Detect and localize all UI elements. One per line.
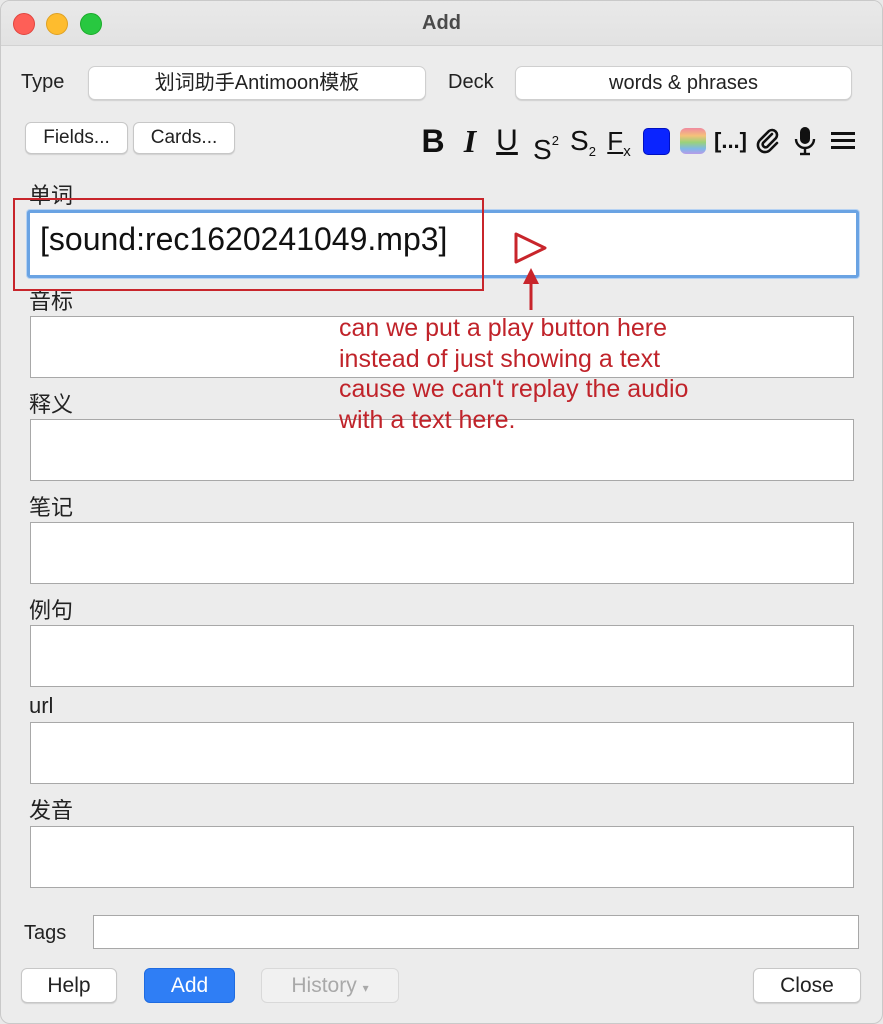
hamburger-icon [831, 132, 855, 149]
more-menu-button[interactable] [829, 123, 857, 159]
annotation-line: instead of just showing a text [339, 344, 661, 373]
type-label: Type [21, 71, 65, 93]
superscript-mark: 2 [551, 133, 559, 148]
annotation-line: can we put a play button here [339, 314, 668, 342]
chevron-down-icon: ▾ [362, 981, 369, 995]
cloze-button[interactable]: [...] [714, 123, 747, 159]
title-bar: Add [1, 1, 882, 46]
history-label: History [291, 974, 357, 997]
annotation-highlight-box [13, 198, 484, 291]
field-example-input[interactable] [30, 625, 854, 687]
cards-button[interactable]: Cards... [133, 122, 235, 154]
text-color-button[interactable] [643, 128, 670, 155]
subscript-button[interactable]: S2 [566, 123, 600, 159]
help-button[interactable]: Help [21, 968, 117, 1003]
window-title: Add [422, 12, 461, 34]
deck-selector[interactable]: words & phrases [515, 66, 852, 100]
highlight-color-button[interactable] [680, 128, 706, 154]
superscript-button[interactable]: S2 [529, 123, 563, 165]
clear-formatting-button[interactable]: Fx [603, 123, 635, 160]
add-window: Add Type 划词助手Antimoon模板 Deck words & phr… [0, 0, 883, 1024]
tags-input[interactable] [93, 915, 859, 949]
microphone-icon [794, 127, 816, 156]
annotation-line: cause we can't replay the audio [339, 375, 689, 403]
underline-button[interactable]: U [493, 123, 521, 159]
field-label-definition: 释义 [29, 392, 74, 417]
superscript-base: S [533, 134, 552, 165]
field-label-notes: 笔记 [29, 495, 74, 520]
history-button[interactable]: History ▾ [261, 968, 399, 1003]
subscript-mark: 2 [588, 144, 596, 159]
paperclip-icon [756, 128, 779, 154]
attach-button[interactable] [753, 123, 783, 159]
clear-format-base: F [607, 126, 624, 156]
field-label-example: 例句 [29, 598, 74, 623]
add-button[interactable]: Add [144, 968, 235, 1003]
annotation-line: with a text here. [339, 405, 516, 434]
clear-format-mark: x [623, 143, 631, 160]
close-button[interactable]: Close [753, 968, 861, 1003]
subscript-base: S [570, 125, 589, 156]
field-label-pronunciation: 发音 [29, 798, 74, 823]
annotation-play-arrow-icon [514, 232, 547, 310]
bold-button[interactable]: B [419, 123, 447, 159]
record-audio-button[interactable] [791, 123, 819, 159]
field-pronunciation-input[interactable] [30, 826, 854, 888]
fields-button[interactable]: Fields... [25, 122, 128, 154]
field-url-input[interactable] [30, 722, 854, 784]
note-type-selector[interactable]: 划词助手Antimoon模板 [88, 66, 426, 100]
field-label-url: url [29, 693, 54, 718]
field-notes-input[interactable] [30, 522, 854, 584]
annotation-note: can we put a play button here instead of… [339, 313, 759, 435]
italic-button[interactable]: I [458, 123, 482, 159]
tags-label: Tags [24, 922, 67, 944]
deck-label: Deck [448, 71, 494, 93]
